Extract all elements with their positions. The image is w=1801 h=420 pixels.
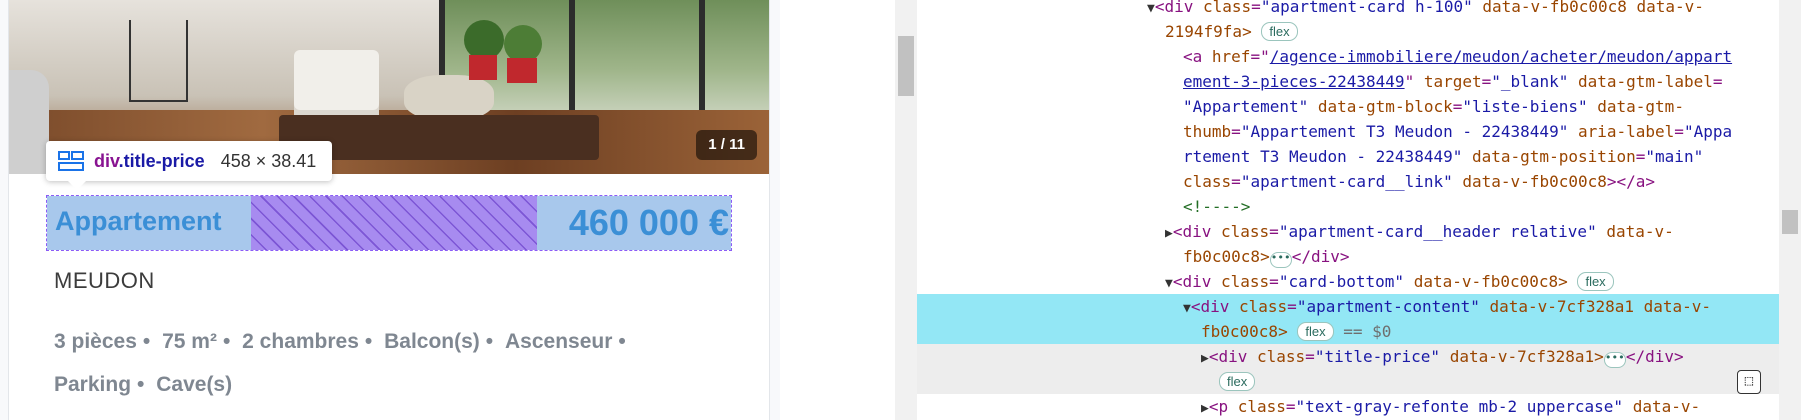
href-link[interactable]: /agence-immobiliere/meudon/acheter/meudo… [1270,47,1732,66]
dom-line[interactable]: <!----> [1183,195,1250,220]
tooltip-class: .title-price [118,150,205,171]
dom-line[interactable]: flex [1219,370,1256,395]
scrollbar-thumb[interactable] [898,36,914,96]
dom-line[interactable]: ▼<div class="card-bottom" data-v-fb0c00c… [1165,270,1614,297]
tooltip-dimensions: 458 × 38.41 [220,150,317,171]
dom-line-selected[interactable]: fb0c00c8> flex == $0 [1201,320,1391,345]
ellipsis-icon[interactable]: ••• [1603,352,1626,368]
photo-pot [507,58,537,83]
dom-line[interactable]: rtement T3 Meudon - 22438449" data-gtm-p… [1183,145,1703,170]
expand-triangle-icon[interactable]: ▶ [1201,401,1209,416]
photo-chair [294,50,379,120]
listing-price: 460 000 € [568,202,729,243]
collapse-triangle-icon[interactable]: ▼ [1147,1,1155,16]
expand-triangle-icon[interactable]: ▶ [1201,351,1209,366]
node-screenshot-icon[interactable]: ⬚ [1737,370,1761,394]
dom-tree[interactable]: ▼<div class="apartment-card h-100" data-… [917,0,1779,420]
dom-line-selected[interactable]: ▼<div class="apartment-content" data-v-7… [1183,295,1711,322]
expand-triangle-icon[interactable]: ▶ [1165,226,1173,241]
tooltip-tag: div [94,150,119,171]
listing-title[interactable]: Appartement [55,206,222,237]
dom-line[interactable]: ement-3-pieces-22438449" target="_blank"… [1183,70,1722,95]
dom-line[interactable]: <a href="/agence-immobiliere/meudon/ache… [1183,45,1732,70]
inspect-tooltip: div.title-price 458 × 38.41 [46,141,333,190]
dom-line[interactable]: 2194f9fa> flex [1165,20,1298,45]
collapse-triangle-icon[interactable]: ▼ [1165,276,1173,291]
ellipsis-icon[interactable]: ••• [1269,252,1292,268]
dom-line[interactable]: fb0c00c8>•••</div> [1183,245,1350,270]
html-comment: <!----> [1183,197,1251,216]
console-ref: == $0 [1343,322,1392,341]
devtools-elements-panel[interactable]: ▼<div class="apartment-card h-100" data-… [895,0,1801,420]
flex-badge[interactable]: flex [1219,372,1256,391]
feature-item: Cave(s) [156,373,233,396]
dom-line[interactable]: ▼<div class="apartment-card h-100" data-… [1147,0,1704,22]
flex-badge[interactable]: flex [1297,322,1334,341]
page-area: 1 / 11 Appartement 460 000 € MEUDON 3 pi… [0,0,780,420]
photo-sofa [9,70,49,174]
feature-item: 2 chambres • [242,330,373,353]
feature-item: Ascenseur • [505,330,626,353]
flex-badge[interactable]: flex [1577,272,1614,291]
dom-line[interactable]: ▶<div class="apartment-card__header rela… [1165,220,1674,247]
photo-pot [469,55,497,80]
photo-shelf [129,20,188,102]
right-scrollbar[interactable] [1779,0,1801,420]
feature-item: Parking • [54,373,145,396]
scrollbar-thumb[interactable] [1782,210,1798,234]
feature-item: 75 m² • [162,330,231,353]
flex-layout-icon [58,151,84,171]
feature-item: 3 pièces • [54,330,151,353]
flex-badge[interactable]: flex [1261,22,1298,41]
dom-line[interactable]: class="apartment-card__link" data-v-fb0c… [1183,170,1655,195]
listing-city: MEUDON [54,268,155,293]
flex-gap-overlay [251,196,537,250]
dom-line[interactable]: "Appartement" data-gtm-block="liste-bien… [1183,95,1684,120]
apartment-card[interactable]: 1 / 11 Appartement 460 000 € MEUDON 3 pi… [8,0,770,420]
feature-item: Balcon(s) • [384,330,494,353]
dom-line[interactable]: ▶<p class="text-gray-refonte mb-2 upperc… [1201,395,1700,420]
collapse-triangle-icon[interactable]: ▼ [1183,301,1191,316]
photo-counter: 1 / 11 [696,130,757,160]
photo-plant [464,20,504,60]
left-scrollbar[interactable] [895,0,917,420]
dom-line[interactable]: thumb="Appartement T3 Meudon - 22438449"… [1183,120,1732,145]
title-price: Appartement 460 000 € [46,195,732,251]
dom-line[interactable]: ▶<div class="title-price" data-v-7cf328a… [1201,345,1684,372]
feature-list: 3 pièces • 75 m² • 2 chambres • Balcon(s) • … [54,320,704,406]
photo-pouf [404,75,494,120]
